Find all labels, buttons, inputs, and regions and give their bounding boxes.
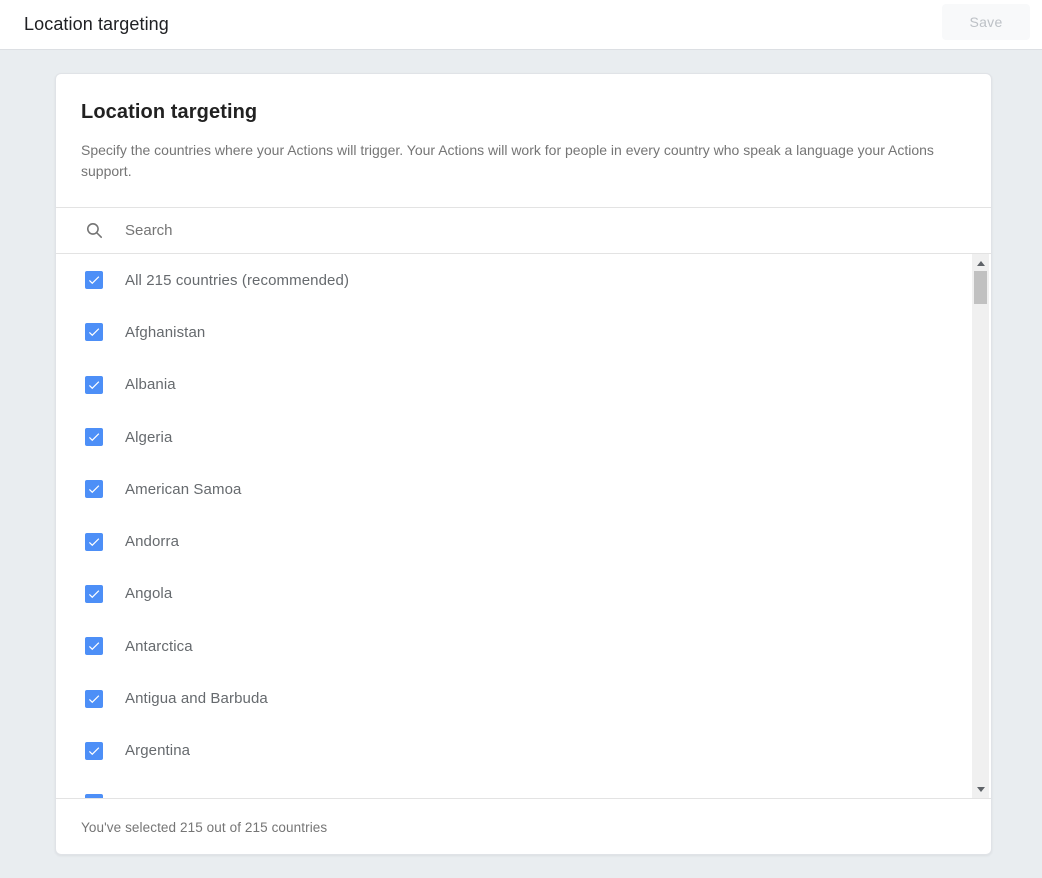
- country-list: All 215 countries (recommended) Afghanist…: [56, 253, 991, 798]
- card-footer: You've selected 215 out of 215 countries: [56, 798, 991, 855]
- country-row[interactable]: Algeria: [56, 411, 991, 463]
- country-label: Antigua and Barbuda: [125, 690, 268, 707]
- scroll-up-button[interactable]: [972, 256, 989, 271]
- country-label: Angola: [125, 585, 172, 602]
- chevron-down-icon: [977, 787, 985, 792]
- country-row[interactable]: [56, 777, 991, 798]
- checkbox-checked[interactable]: [85, 794, 103, 798]
- country-row[interactable]: Albania: [56, 359, 991, 411]
- checkbox-checked[interactable]: [85, 533, 103, 551]
- checkbox-checked[interactable]: [85, 323, 103, 341]
- checkbox-checked[interactable]: [85, 428, 103, 446]
- country-label: Afghanistan: [125, 324, 205, 341]
- country-row[interactable]: Argentina: [56, 725, 991, 777]
- checkbox-checked[interactable]: [85, 480, 103, 498]
- country-row[interactable]: Afghanistan: [56, 306, 991, 358]
- country-label: All 215 countries (recommended): [125, 272, 349, 289]
- country-row[interactable]: American Samoa: [56, 463, 991, 515]
- save-button[interactable]: Save: [942, 4, 1030, 40]
- country-rows: All 215 countries (recommended) Afghanist…: [56, 254, 991, 798]
- selection-summary: You've selected 215 out of 215 countries: [81, 820, 327, 835]
- country-label: Antarctica: [125, 638, 193, 655]
- location-targeting-card: Location targeting Specify the countries…: [55, 73, 992, 855]
- checkbox-checked[interactable]: [85, 690, 103, 708]
- card-header: Location targeting Specify the countries…: [56, 74, 991, 207]
- country-label: Algeria: [125, 429, 172, 446]
- search-row: [56, 207, 991, 253]
- content-area: Location targeting Specify the countries…: [0, 73, 1042, 855]
- country-row[interactable]: Andorra: [56, 515, 991, 567]
- scroll-down-button[interactable]: [972, 782, 989, 797]
- scrollbar[interactable]: [972, 254, 989, 798]
- country-row[interactable]: Angola: [56, 568, 991, 620]
- country-label: American Samoa: [125, 481, 241, 498]
- checkbox-checked[interactable]: [85, 742, 103, 760]
- page-title: Location targeting: [24, 14, 169, 35]
- card-title: Location targeting: [81, 101, 966, 124]
- card-description: Specify the countries where your Actions…: [81, 140, 941, 182]
- checkbox-checked[interactable]: [85, 376, 103, 394]
- country-label: Andorra: [125, 533, 179, 550]
- scrollbar-thumb[interactable]: [974, 271, 987, 304]
- country-row[interactable]: Antigua and Barbuda: [56, 672, 991, 724]
- chevron-up-icon: [977, 261, 985, 266]
- checkbox-checked[interactable]: [85, 637, 103, 655]
- country-label: Albania: [125, 376, 176, 393]
- country-row[interactable]: All 215 countries (recommended): [56, 254, 991, 306]
- country-label: Argentina: [125, 742, 190, 759]
- country-row[interactable]: Antarctica: [56, 620, 991, 672]
- app-bar: Location targeting Save: [0, 0, 1042, 50]
- search-input[interactable]: [125, 222, 991, 239]
- checkbox-checked[interactable]: [85, 271, 103, 289]
- search-icon: [85, 221, 104, 240]
- checkbox-checked[interactable]: [85, 585, 103, 603]
